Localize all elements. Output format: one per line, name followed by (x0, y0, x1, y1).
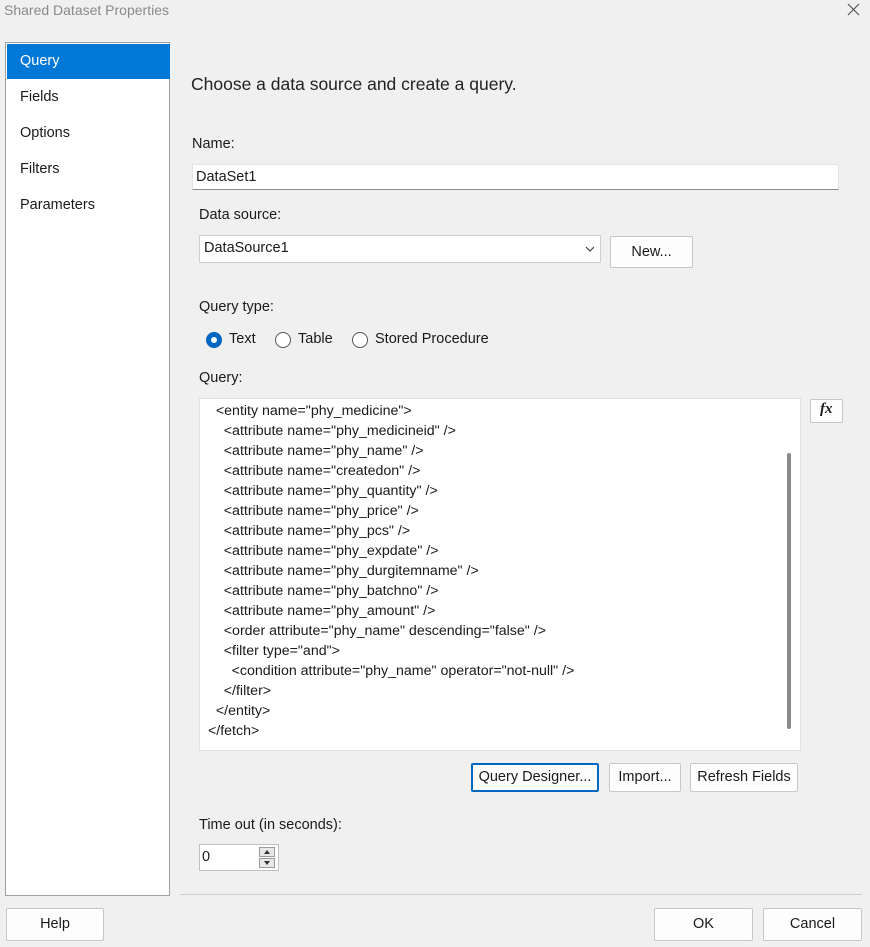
timeout-value: 0 (202, 849, 211, 865)
sidebar-item-query[interactable]: Query (7, 44, 170, 79)
refresh-fields-button[interactable]: Refresh Fields (690, 763, 798, 792)
query-editor[interactable]: <entity name="phy_medicine"> <attribute … (199, 398, 801, 751)
name-label: Name: (192, 136, 235, 152)
query-text: <entity name="phy_medicine"> <attribute … (208, 403, 575, 739)
query-designer-button[interactable]: Query Designer... (471, 763, 599, 792)
spin-down-button[interactable] (259, 858, 275, 868)
name-input[interactable]: DataSet1 (192, 164, 839, 190)
timeout-stepper[interactable]: 0 (199, 844, 279, 871)
sidebar-nav: Query Fields Options Filters Parameters (5, 42, 170, 896)
timeout-label: Time out (in seconds): (199, 817, 342, 833)
radio-text-label: Text (229, 331, 256, 347)
ok-button[interactable]: OK (654, 908, 753, 941)
new-data-source-button[interactable]: New... (610, 236, 693, 268)
sidebar-item-parameters[interactable]: Parameters (7, 188, 170, 223)
data-source-select[interactable]: DataSource1 (199, 235, 601, 263)
sidebar-item-options[interactable]: Options (7, 116, 170, 151)
help-button[interactable]: Help (6, 908, 104, 941)
title-bar: Shared Dataset Properties (0, 0, 870, 28)
data-source-value: DataSource1 (204, 240, 289, 256)
window-title: Shared Dataset Properties (4, 2, 169, 18)
radio-text[interactable] (206, 332, 222, 348)
spin-up-button[interactable] (259, 847, 275, 857)
footer-divider (180, 894, 862, 895)
sidebar-item-fields[interactable]: Fields (7, 80, 170, 115)
sidebar-item-filters[interactable]: Filters (7, 152, 170, 187)
expression-button[interactable]: fx (810, 399, 843, 423)
radio-stored-procedure[interactable] (352, 332, 368, 348)
radio-table-label: Table (298, 331, 333, 347)
page-heading: Choose a data source and create a query. (191, 74, 517, 94)
chevron-down-icon (584, 242, 596, 258)
fx-icon: fx (820, 401, 833, 417)
query-type-label: Query type: (199, 299, 274, 315)
radio-stored-procedure-label: Stored Procedure (375, 331, 489, 347)
query-label: Query: (199, 370, 243, 386)
radio-table[interactable] (275, 332, 291, 348)
close-icon[interactable] (840, 0, 866, 22)
cancel-button[interactable]: Cancel (763, 908, 862, 941)
data-source-label: Data source: (199, 207, 282, 223)
query-scrollbar[interactable] (787, 453, 791, 729)
import-button[interactable]: Import... (609, 763, 681, 792)
